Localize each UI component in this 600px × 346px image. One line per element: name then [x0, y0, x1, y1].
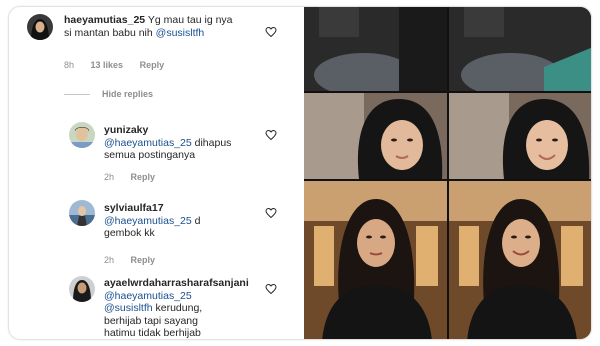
comment-time: 8h	[64, 60, 75, 70]
reply-meta: 2h Reply	[104, 255, 169, 265]
comment-text-line2: si mantan babu nih	[64, 26, 156, 39]
reply-username[interactable]: sylviaulfa17	[104, 202, 164, 214]
heart-icon[interactable]	[265, 207, 277, 219]
reply-text-line1: kerudung,	[152, 302, 203, 314]
comment-text-line1: Yg mau tau ig nya	[147, 14, 233, 26]
reply-text: ayaelwrdaharrasharafsanjani @haeyamutias…	[104, 277, 274, 339]
avatar[interactable]	[69, 276, 95, 302]
reply-button[interactable]: Reply	[131, 255, 156, 265]
reply-time: 2h	[104, 172, 115, 182]
heart-icon[interactable]	[265, 129, 277, 141]
avatar[interactable]	[27, 14, 53, 40]
mention-link[interactable]: @haeyamutias_25	[104, 137, 192, 149]
reply-time: 2h	[104, 255, 115, 265]
reply-item: yunizaky @haeyamutias_25 dihapus semua p…	[9, 115, 303, 191]
photo[interactable]	[449, 7, 591, 91]
avatar[interactable]	[69, 200, 95, 226]
reply-item: sylviaulfa17 @haeyamutias_25 d gembok kk…	[9, 193, 303, 269]
avatar[interactable]	[69, 122, 95, 148]
photo[interactable]	[304, 93, 447, 179]
like-count[interactable]: 13 likes	[91, 60, 124, 70]
comment-item: haeyamutias_25 Yg mau tau ig nya si mant…	[9, 7, 303, 87]
reply-button[interactable]: Reply	[131, 172, 156, 182]
divider	[64, 94, 90, 96]
mention-link[interactable]: @susisltfh	[156, 27, 205, 39]
reply-username[interactable]: yunizaky	[104, 124, 148, 136]
hide-replies-label[interactable]: Hide replies	[102, 89, 153, 99]
photo-grid	[304, 7, 591, 339]
reply-text-line2: semua postinganya	[104, 149, 196, 161]
reply-text-line1: dihapus	[191, 136, 232, 149]
mention-link[interactable]: @susisltfh	[104, 302, 153, 314]
heart-icon[interactable]	[265, 283, 277, 295]
photo[interactable]	[449, 181, 591, 339]
reply-meta: 2h Reply	[104, 172, 169, 182]
photo[interactable]	[449, 93, 591, 179]
heart-icon[interactable]	[265, 26, 277, 38]
comment-text: haeyamutias_25 Yg mau tau ig nya si mant…	[64, 14, 264, 39]
comment-meta: 8h 13 likes Reply	[64, 60, 178, 70]
mention-link[interactable]: @haeyamutias_25	[104, 290, 192, 302]
mention-link[interactable]: @haeyamutias_25	[104, 215, 192, 227]
photo[interactable]	[304, 181, 447, 339]
reply-text-line1: d	[191, 214, 201, 227]
reply-text-line3: hatimu tidak berhijab	[104, 327, 201, 339]
reply-text: sylviaulfa17 @haeyamutias_25 d gembok kk	[104, 202, 264, 240]
comments-panel: haeyamutias_25 Yg mau tau ig nya si mant…	[9, 7, 303, 339]
reply-text-line2: gembok kk	[104, 227, 155, 239]
post-card: haeyamutias_25 Yg mau tau ig nya si mant…	[8, 6, 592, 340]
reply-text-line2: berhijab tapi sayang	[104, 314, 198, 327]
photo[interactable]	[304, 7, 447, 91]
comment-username[interactable]: haeyamutias_25	[64, 14, 145, 26]
reply-text: yunizaky @haeyamutias_25 dihapus semua p…	[104, 124, 264, 162]
reply-button[interactable]: Reply	[140, 60, 165, 70]
hide-replies-button[interactable]: Hide replies	[64, 89, 153, 99]
reply-username[interactable]: ayaelwrdaharrasharafsanjani	[104, 277, 249, 289]
reply-item: ayaelwrdaharrasharafsanjani @haeyamutias…	[9, 269, 303, 339]
